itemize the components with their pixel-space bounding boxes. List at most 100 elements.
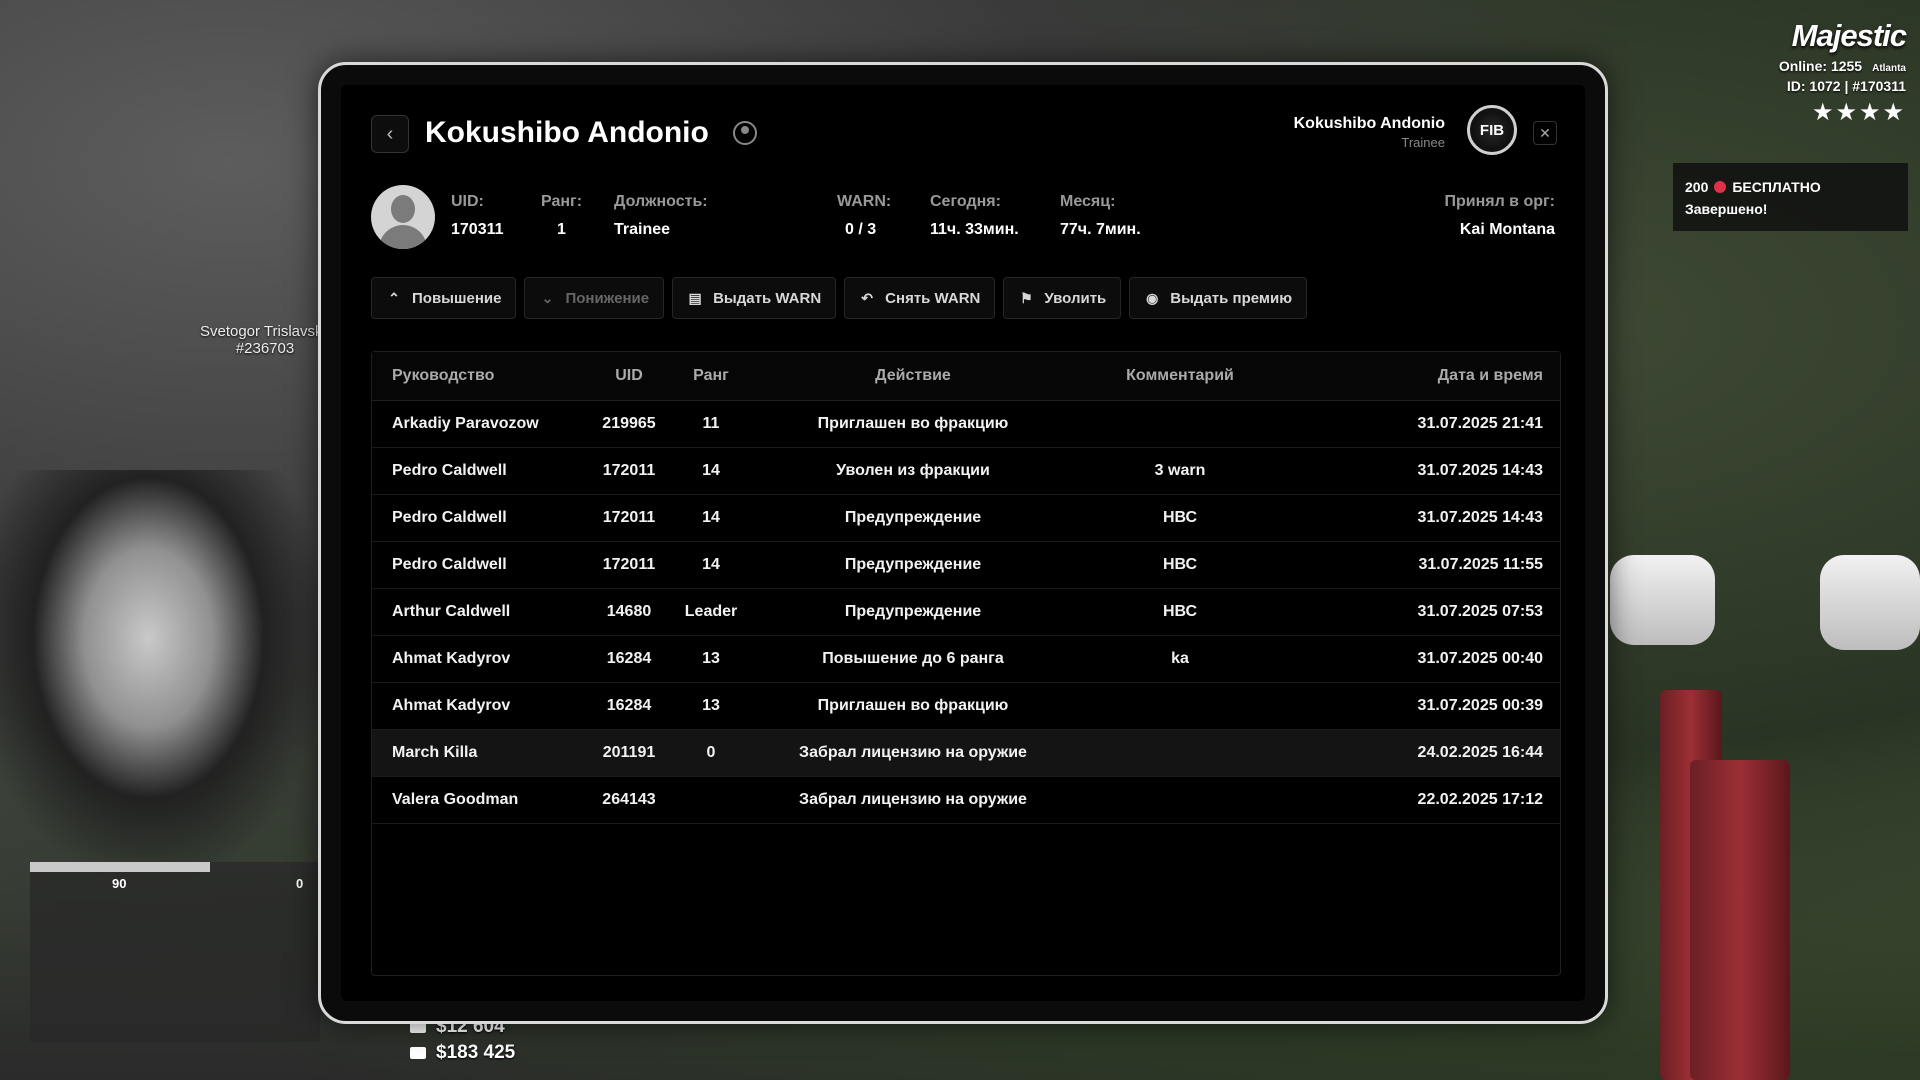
- coin-icon: ◉: [1146, 289, 1159, 306]
- table-cell: 201191: [583, 729, 675, 777]
- table-row[interactable]: Pedro Caldwell 172011 14 Уволен из фракции 3…: [372, 447, 1560, 495]
- chevron-left-icon: ‹: [386, 122, 394, 145]
- give-bonus-button[interactable]: ◉ Выдать премию: [1129, 277, 1308, 319]
- minimap-right-value: 0: [296, 876, 304, 891]
- back-button[interactable]: ‹: [371, 115, 409, 153]
- table-row[interactable]: Ahmat Kadyrov 16284 13 Повышение до 6 ранга…: [372, 635, 1560, 683]
- minimap-left-value: 90: [112, 876, 127, 891]
- today-value: 11ч. 33мин.: [930, 221, 1019, 238]
- table-cell: 31.07.2025 00:40: [1281, 635, 1560, 683]
- table-cell: 31.07.2025 14:43: [1281, 494, 1560, 542]
- table-cell: Pedro Caldwell: [372, 447, 583, 495]
- table-cell: 31.07.2025 00:39: [1281, 682, 1560, 730]
- table-cell: Leader: [675, 588, 747, 636]
- table-cell: 31.07.2025 11:55: [1281, 541, 1560, 589]
- current-user-rank: Trainee: [1401, 135, 1445, 150]
- player-id: ID: 1072 | #170311: [1786, 78, 1906, 94]
- table-cell: [1079, 682, 1281, 730]
- tablet-screen: ‹ Kokushibo Andonio Kokushibo Andonio Tr…: [341, 85, 1585, 1001]
- minimap-health-bar: [30, 862, 320, 872]
- close-button[interactable]: ✕: [1533, 121, 1557, 145]
- server-name: Atlanta: [1872, 63, 1906, 74]
- game-character: [0, 470, 330, 890]
- month-value: 77ч. 7мин.: [1060, 221, 1141, 238]
- notification-text: БЕСПЛАТНО: [1732, 179, 1821, 195]
- notification: 200 БЕСПЛАТНО Завершено!: [1673, 163, 1908, 231]
- table-cell: Забрал лицензию на оружие: [747, 776, 1079, 824]
- table-cell: 14680: [583, 588, 675, 636]
- table-cell: Pedro Caldwell: [372, 494, 583, 542]
- log-table: Руководство UID Ранг Действие Комментари…: [371, 351, 1561, 976]
- table-cell: 172011: [583, 447, 675, 495]
- table-cell: 13: [675, 682, 747, 730]
- table-row[interactable]: Arthur Caldwell 14680 Leader Предупреждение…: [372, 588, 1560, 636]
- table-cell: Предупреждение: [747, 588, 1079, 636]
- table-row[interactable]: Arkadiy Paravozow 219965 11 Приглашен во фр…: [372, 400, 1560, 448]
- game-logo: Majestic: [1791, 18, 1907, 53]
- page-title: Kokushibo Andonio: [425, 116, 709, 149]
- table-cell: Предупреждение: [747, 494, 1079, 542]
- table-cell: НВС: [1079, 588, 1281, 636]
- table-cell: [1079, 776, 1281, 824]
- undo-icon: ↶: [861, 289, 874, 306]
- fire-icon: ⚑: [1020, 289, 1033, 306]
- document-icon: ▤: [688, 289, 702, 306]
- warn-value: 0 / 3: [845, 221, 877, 238]
- stat-position: Должность: Trainee: [614, 193, 708, 238]
- table-cell: 31.07.2025 21:41: [1281, 400, 1560, 448]
- table-cell: 14: [675, 447, 747, 495]
- chevron-up-icon: ⌃: [388, 289, 400, 306]
- demote-button[interactable]: ⌄ Понижение: [524, 277, 665, 319]
- table-cell: НВС: [1079, 494, 1281, 542]
- column-header: Дата и время: [1281, 352, 1560, 401]
- table-row[interactable]: Ahmat Kadyrov 16284 13 Приглашен во фракцию…: [372, 682, 1560, 730]
- table-cell: [1079, 729, 1281, 777]
- table-row[interactable]: Valera Goodman 264143 Забрал лицензию на о…: [372, 776, 1560, 824]
- promote-button[interactable]: ⌃ Повышение: [371, 277, 517, 319]
- table-cell: [1079, 400, 1281, 448]
- table-cell: 172011: [583, 541, 675, 589]
- table-cell: 11: [675, 400, 747, 448]
- coin-icon: [1714, 181, 1727, 193]
- table-cell: Valera Goodman: [372, 776, 583, 824]
- table-row[interactable]: March Killa 201191 0 Забрал лицензию на ору…: [372, 729, 1560, 777]
- table-cell: 31.07.2025 07:53: [1281, 588, 1560, 636]
- user-icon: [733, 121, 757, 145]
- uid-value: 170311: [451, 221, 504, 238]
- table-cell: Приглашен во фракцию: [747, 400, 1079, 448]
- table-cell: 264143: [583, 776, 675, 824]
- close-icon: ✕: [1539, 124, 1551, 141]
- server-hud: Majestic Online: 1255 Atlanta ID: 1072 | …: [1779, 18, 1907, 127]
- table-cell: 24.02.2025 16:44: [1281, 729, 1560, 777]
- table-cell: 31.07.2025 14:43: [1281, 447, 1560, 495]
- org-logo: FIB: [1467, 105, 1517, 155]
- table-cell: 0: [675, 729, 747, 777]
- table-cell: Ahmat Kadyrov: [372, 682, 583, 730]
- stat-rank: Ранг: 1: [541, 193, 583, 238]
- remove-warn-button[interactable]: ↶ Снять WARN: [844, 277, 996, 319]
- avatar: [371, 185, 435, 249]
- table-row[interactable]: Pedro Caldwell 172011 14 Предупреждение НВС 3…: [372, 541, 1560, 589]
- table-cell: 16284: [583, 682, 675, 730]
- rank-value: 1: [557, 221, 566, 238]
- table-cell: 22.02.2025 17:12: [1281, 776, 1560, 824]
- give-warn-button[interactable]: ▤ Выдать WARN: [672, 277, 837, 319]
- column-header: Комментарий: [1079, 352, 1281, 401]
- table-header: Руководство UID Ранг Действие Комментари…: [372, 352, 1560, 401]
- column-header: Ранг: [675, 352, 747, 401]
- wanted-stars-icon: ★★★★: [1811, 99, 1906, 126]
- card-icon: [410, 1046, 426, 1059]
- table-cell: 14: [675, 541, 747, 589]
- minimap: [30, 862, 320, 1042]
- table-cell: [675, 776, 747, 824]
- accepted-by-value: Kai Montana: [1459, 221, 1555, 238]
- table-cell: НВС: [1079, 541, 1281, 589]
- scene-car: [1820, 555, 1920, 650]
- table-cell: 172011: [583, 494, 675, 542]
- fire-button[interactable]: ⚑ Уволить: [1003, 277, 1122, 319]
- table-cell: 13: [675, 635, 747, 683]
- table-row[interactable]: Pedro Caldwell 172011 14 Предупреждение НВС 3…: [372, 494, 1560, 542]
- current-user-name: Kokushibo Andonio: [1293, 115, 1445, 132]
- stat-accepted-by: Принял в орг: Kai Montana: [1444, 193, 1555, 238]
- stat-today: Сегодня: 11ч. 33мин.: [930, 193, 1019, 238]
